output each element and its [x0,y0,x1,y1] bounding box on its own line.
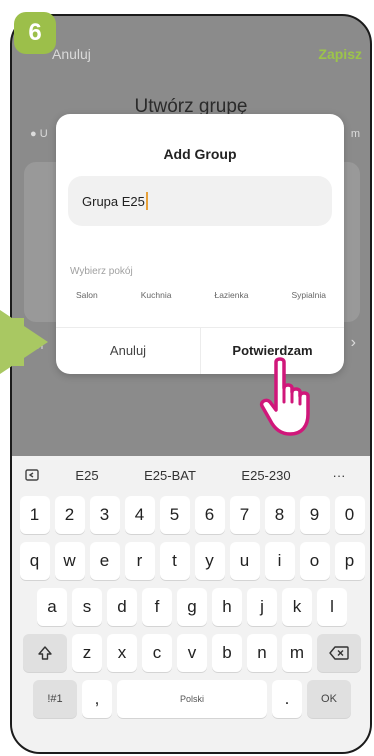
cancel-button[interactable]: Anuluj [56,327,200,374]
period-key[interactable]: . [272,680,302,718]
key[interactable]: p [334,542,365,580]
key[interactable]: v [177,634,207,672]
background-info-left-text: U [39,128,48,140]
backspace-icon [329,646,349,660]
side-arrow-head-icon [0,310,48,374]
background-info-right: m [350,128,360,140]
key[interactable]: w [54,542,85,580]
suggestion-item[interactable]: E25 [52,468,122,483]
number-row: 1 2 3 4 5 6 7 8 9 0 [16,496,368,534]
key[interactable]: r [124,542,155,580]
space-key[interactable]: Polski [117,680,267,718]
key[interactable]: y [194,542,225,580]
step-badge: 6 [14,12,56,54]
key[interactable]: o [299,542,330,580]
key[interactable]: l [317,588,347,626]
key[interactable]: z [72,634,102,672]
key[interactable]: 9 [299,496,330,534]
key[interactable]: a [37,588,67,626]
key[interactable]: m [282,634,312,672]
room-select-label: Wybierz pokój [70,266,133,277]
backspace-key[interactable] [317,634,361,672]
key[interactable]: j [247,588,277,626]
key[interactable]: h [212,588,242,626]
room-chip-salon[interactable]: Salon [68,284,106,306]
key[interactable]: u [229,542,260,580]
key[interactable]: k [282,588,312,626]
room-chip-lazienka[interactable]: Łazienka [206,284,257,306]
keyboard-hide-icon[interactable] [12,469,52,481]
text-caret [145,192,148,210]
key[interactable]: 3 [89,496,120,534]
key[interactable]: t [159,542,190,580]
background-info-text: ● U [30,128,48,140]
background-cancel-link: Anuluj [52,46,91,62]
key[interactable]: 6 [194,496,225,534]
key[interactable]: f [142,588,172,626]
chevron-right-icon: › [350,334,356,351]
key[interactable]: 2 [54,496,85,534]
dialog-title: Add Group [163,146,237,162]
room-chip-list: Salon Kuchnia Łazienka Sypialnia [68,284,334,308]
ok-key[interactable]: OK [307,680,351,718]
symbols-key[interactable]: !#1 [33,680,77,718]
key[interactable]: 7 [229,496,260,534]
key[interactable]: g [177,588,207,626]
key[interactable]: q [19,542,50,580]
group-name-input[interactable]: Grupa E25 [68,176,332,226]
letter-row-a: a s d f g h j k l [16,588,368,626]
room-chip-kuchnia[interactable]: Kuchnia [132,284,180,306]
group-name-value: Grupa E25 [82,193,145,209]
key[interactable]: d [107,588,137,626]
key[interactable]: 5 [159,496,190,534]
suggestion-item[interactable]: E25-230 [218,468,314,483]
suggestion-bar: E25 E25-BAT E25-230 ··· [12,456,370,494]
key[interactable]: 0 [334,496,365,534]
key[interactable]: 8 [264,496,295,534]
pointing-hand-icon [259,357,310,436]
bottom-row: !#1 , Polski . OK [16,680,368,718]
key[interactable]: 1 [19,496,50,534]
keyboard: E25 E25-BAT E25-230 ··· 1 2 3 4 5 6 7 8 … [12,456,370,752]
suggestion-item[interactable]: E25-BAT [122,468,218,483]
key[interactable]: 4 [124,496,155,534]
background-save-link: Zapisz [318,46,362,62]
letter-row-z: z x c v b n m [16,634,368,672]
comma-key[interactable]: , [82,680,112,718]
shift-key[interactable] [23,634,67,672]
key[interactable]: i [264,542,295,580]
key[interactable]: s [72,588,102,626]
info-icon: ● [30,128,37,140]
key[interactable]: b [212,634,242,672]
key[interactable]: e [89,542,120,580]
add-group-dialog: Add Group Grupa E25 Wybierz pokój Salon … [56,114,344,374]
key[interactable]: x [107,634,137,672]
suggestion-more-icon[interactable]: ··· [314,468,364,483]
letter-row-q: q w e r t y u i o p [16,542,368,580]
key[interactable]: n [247,634,277,672]
room-chip-sypialnia[interactable]: Sypialnia [283,284,334,306]
key[interactable]: c [142,634,172,672]
shift-icon [38,646,52,660]
